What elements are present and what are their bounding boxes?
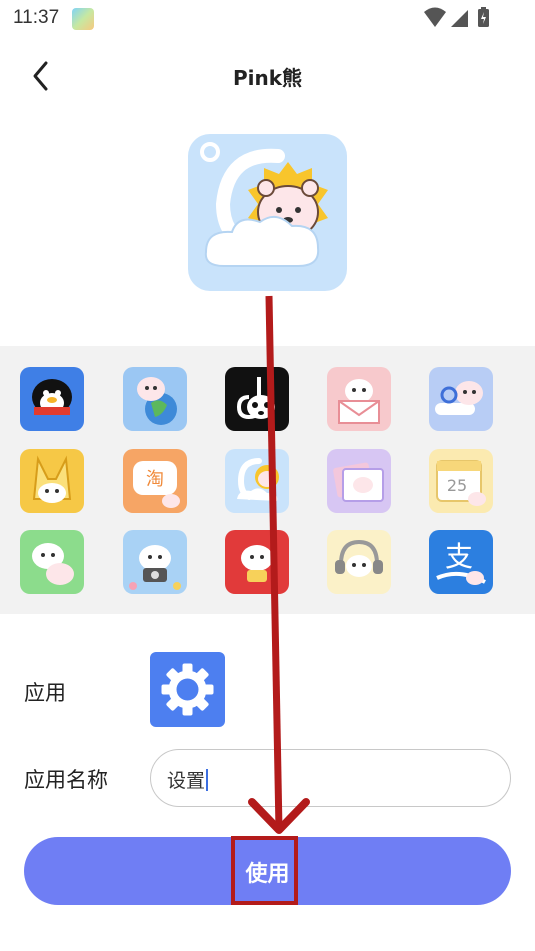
app-name-input[interactable]: 设置 (150, 749, 511, 807)
status-indicators (423, 6, 495, 30)
icon-option-12[interactable] (123, 530, 187, 594)
taobao-bear-icon: 淘 (133, 461, 180, 508)
theme-preview-icon (188, 134, 347, 291)
camera-bear-icon (129, 545, 181, 590)
wifi-icon (424, 7, 446, 27)
svg-text:淘: 淘 (146, 469, 164, 490)
app-name-label: 应用名称 (24, 768, 108, 792)
text-caret (206, 769, 209, 791)
icon-option-10[interactable]: 25 (429, 449, 493, 513)
app-name-input-value: 设置 (167, 766, 209, 793)
search-bear-icon (435, 381, 483, 415)
svg-text:25: 25 (447, 476, 467, 495)
app-name-text: 设置 (167, 770, 206, 792)
icon-option-4[interactable] (327, 367, 391, 431)
use-button[interactable]: 使用 (24, 837, 511, 905)
icon-option-7[interactable]: 淘 (123, 449, 187, 513)
signal-icon (451, 10, 468, 27)
selected-app-icon-button[interactable] (150, 652, 225, 727)
tiktok-bear-icon (236, 377, 275, 420)
svg-text:支: 支 (445, 540, 473, 573)
icon-selection-grid: 淘 25 支 (0, 346, 535, 614)
icon-option-8[interactable] (225, 449, 289, 513)
red-app-bear-icon (241, 545, 273, 582)
header: Pink熊 (0, 50, 535, 102)
calendar-bear-icon: 25 (436, 460, 486, 506)
icon-option-6[interactable] (20, 449, 84, 513)
app-label: 应用 (24, 681, 66, 705)
status-time: 11:37 (13, 7, 60, 28)
icon-option-15[interactable]: 支 (429, 530, 493, 594)
icon-option-5[interactable] (429, 367, 493, 431)
alipay-bear-icon: 支 (436, 540, 486, 585)
qq-penguin-icon (32, 379, 72, 415)
icon-option-2[interactable] (123, 367, 187, 431)
battery-icon (478, 7, 489, 27)
browser-globe-icon (137, 377, 177, 425)
gear-icon (161, 663, 214, 716)
icon-option-11[interactable] (20, 530, 84, 594)
icon-option-3[interactable] (225, 367, 289, 431)
icon-option-13[interactable] (225, 530, 289, 594)
gallery-bear-icon (333, 462, 384, 502)
status-bar: 11:37 (0, 0, 535, 38)
wechat-bear-icon (32, 543, 74, 585)
icon-option-14[interactable] (327, 530, 391, 594)
mail-bear-icon (338, 379, 380, 424)
use-button-label: 使用 (245, 862, 290, 887)
icon-option-1[interactable] (20, 367, 84, 431)
music-bear-icon (335, 539, 383, 577)
icon-option-9[interactable] (327, 449, 391, 513)
yellow-character-icon (32, 455, 72, 503)
weather-sun-bear-icon (237, 458, 279, 501)
status-app-notification-icon (72, 8, 94, 30)
page-title: Pink熊 (232, 66, 303, 90)
